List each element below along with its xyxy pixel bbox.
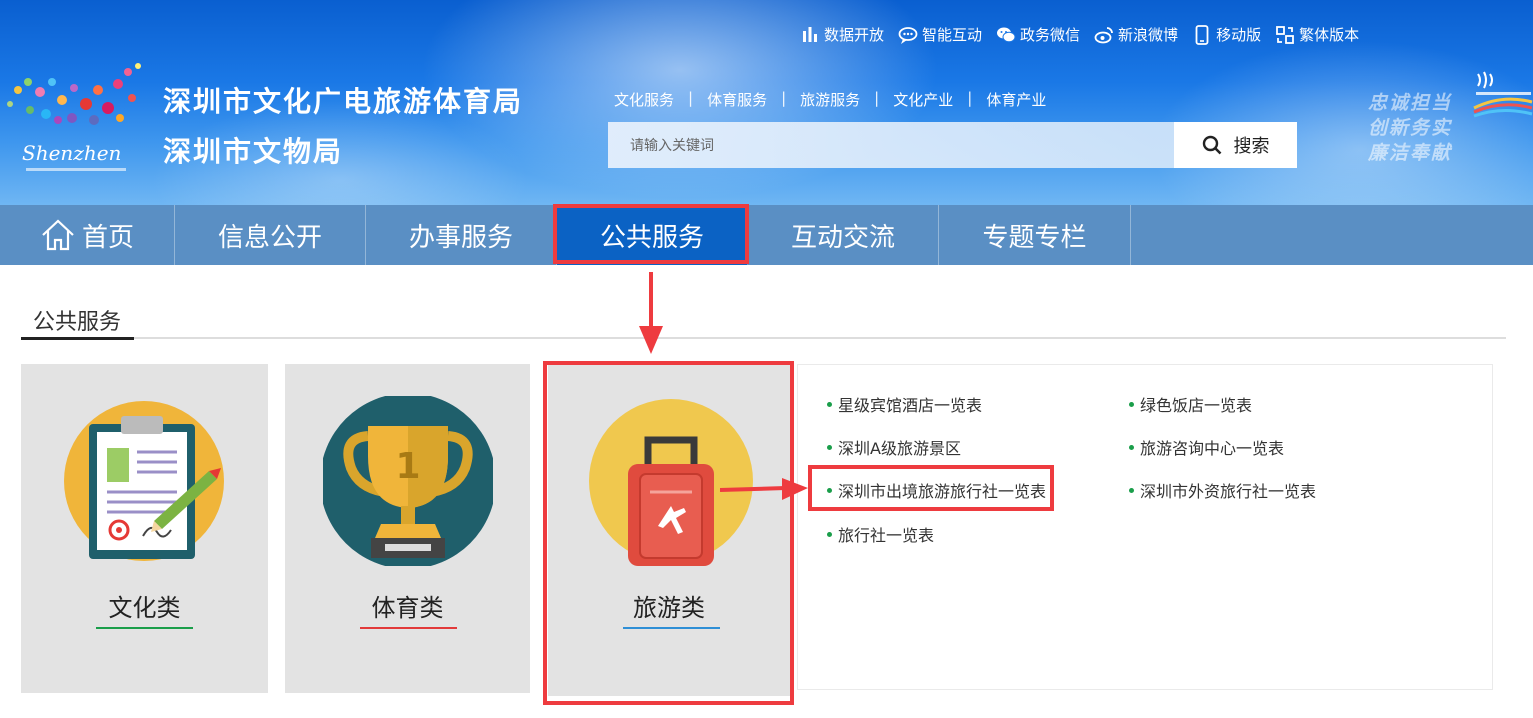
link-label: 旅游咨询中心一览表 xyxy=(1140,439,1285,458)
top-link-label: 政务微信 xyxy=(1020,26,1081,44)
nav-item-label: 信息公开 xyxy=(217,221,322,252)
bullet-icon xyxy=(827,487,832,493)
top-link-label: 移动版 xyxy=(1216,26,1262,44)
shenzhen-emblem-icon xyxy=(1473,71,1533,118)
search-button[interactable]: 搜索 xyxy=(1174,122,1297,168)
nav-item-label: 公共服务 xyxy=(599,221,704,252)
mobile-phone-icon xyxy=(1195,24,1209,45)
link-outbound-travel-agencies[interactable]: 深圳市出境旅游旅行社一览表 xyxy=(827,478,1046,502)
chat-bubble-icon xyxy=(898,26,918,44)
nav-item-label: 互动交流 xyxy=(790,221,895,252)
card-underline-culture xyxy=(96,627,193,629)
link-label: 深圳A级旅游景区 xyxy=(838,439,961,458)
quick-nav-separator: | xyxy=(967,89,973,107)
card-label-culture: 文化类 xyxy=(108,594,181,622)
motto-line2: 创新务实 xyxy=(1368,117,1453,139)
nav-item-home[interactable]: 首页 xyxy=(0,205,175,265)
quick-nav-separator: | xyxy=(688,89,694,107)
section-divider xyxy=(21,337,1506,339)
site-title-line2: 深圳市文物局 xyxy=(163,135,344,168)
top-link-data-open[interactable]: 数据开放 xyxy=(800,24,884,45)
section-title: 公共服务 xyxy=(33,310,122,335)
weibo-icon xyxy=(1094,26,1113,43)
trophy-icon: 1 xyxy=(323,396,493,566)
top-link-label: 智能互动 xyxy=(922,26,983,44)
section-title-underline xyxy=(21,337,134,340)
category-card-tourism[interactable]: 旅游类 xyxy=(548,364,790,696)
clipboard-icon xyxy=(64,401,224,561)
search-button-label: 搜索 xyxy=(1233,136,1270,156)
nav-item-services[interactable]: 办事服务 xyxy=(366,205,557,265)
card-underline-tourism xyxy=(623,627,720,629)
link-label: 深圳市出境旅游旅行社一览表 xyxy=(838,482,1047,501)
quick-nav-culture-industry[interactable]: 文化产业 xyxy=(893,89,953,110)
quick-nav-sports-industry[interactable]: 体育产业 xyxy=(986,89,1046,110)
bullet-icon xyxy=(1129,444,1134,450)
site-title-line1: 深圳市文化广电旅游体育局 xyxy=(163,85,524,118)
card-label-tourism: 旅游类 xyxy=(633,594,705,622)
top-link-label: 数据开放 xyxy=(824,26,885,44)
top-link-label: 新浪微博 xyxy=(1118,26,1179,44)
bar-chart-icon xyxy=(803,26,817,42)
traditional-chinese-icon xyxy=(1276,25,1294,44)
quick-nav-separator: | xyxy=(781,89,787,107)
svg-text:1: 1 xyxy=(395,446,420,487)
bullet-icon xyxy=(827,401,832,407)
bullet-icon xyxy=(1129,487,1134,493)
category-card-sports[interactable]: 1 体育类 xyxy=(285,364,530,693)
suitcase-icon xyxy=(589,399,753,566)
shenzhen-logo-icon[interactable]: Shenzhen xyxy=(0,60,150,185)
card-underline-sports xyxy=(360,627,457,629)
nav-item-interaction[interactable]: 互动交流 xyxy=(748,205,939,265)
link-star-hotels[interactable]: 星级宾馆酒店一览表 xyxy=(827,392,982,416)
top-link-weibo[interactable]: 新浪微博 xyxy=(1094,24,1178,45)
motto-line1: 忠诚担当 xyxy=(1368,92,1453,114)
top-link-mobile[interactable]: 移动版 xyxy=(1192,24,1261,45)
search-icon xyxy=(1202,135,1221,155)
quick-nav-tourism[interactable]: 旅游服务 xyxy=(800,89,860,110)
link-foreign-travel-agencies[interactable]: 深圳市外资旅行社一览表 xyxy=(1129,478,1316,502)
nav-item-special-topics[interactable]: 专题专栏 xyxy=(939,205,1131,265)
quick-nav-separator: | xyxy=(874,89,880,107)
home-icon xyxy=(42,219,74,251)
link-label: 绿色饭店一览表 xyxy=(1140,396,1253,415)
link-tourist-info-centers[interactable]: 旅游咨询中心一览表 xyxy=(1129,435,1284,459)
top-link-traditional[interactable]: 繁体版本 xyxy=(1275,24,1359,45)
down-arrow-icon xyxy=(639,272,663,354)
link-a-level-scenic-spots[interactable]: 深圳A级旅游景区 xyxy=(827,435,961,459)
link-label: 星级宾馆酒店一览表 xyxy=(838,396,983,415)
wechat-icon xyxy=(997,27,1016,42)
nav-item-info-disclosure[interactable]: 信息公开 xyxy=(175,205,366,265)
nav-item-label: 首页 xyxy=(81,221,134,252)
bullet-icon xyxy=(1129,401,1134,407)
nav-item-public-service[interactable]: 公共服务 xyxy=(557,205,748,265)
bullet-icon xyxy=(827,531,832,537)
quick-nav-culture[interactable]: 文化服务 xyxy=(614,89,674,110)
nav-item-label: 专题专栏 xyxy=(982,221,1087,252)
header-banner: Shenzhen 深圳市文化广电旅游体育局 深圳市文物局 数据开放 智能互动 政… xyxy=(0,0,1533,205)
bullet-icon xyxy=(827,444,832,450)
motto-line3: 廉洁奉献 xyxy=(1368,142,1453,164)
top-link-smart-interaction[interactable]: 智能互动 xyxy=(898,24,982,45)
top-utility-links: 数据开放 智能互动 政务微信 新浪微博 移动版 繁体版本 xyxy=(800,24,1359,45)
top-link-wechat[interactable]: 政务微信 xyxy=(996,24,1080,45)
link-label: 深圳市外资旅行社一览表 xyxy=(1140,482,1317,501)
search-input[interactable] xyxy=(608,122,1174,168)
link-label: 旅行社一览表 xyxy=(838,526,935,545)
quick-nav: 文化服务 | 体育服务 | 旅游服务 | 文化产业 | 体育产业 xyxy=(614,89,1046,110)
card-label-sports: 体育类 xyxy=(371,594,444,622)
category-card-culture[interactable]: 文化类 xyxy=(21,364,268,693)
quick-nav-sports[interactable]: 体育服务 xyxy=(707,89,767,110)
main-nav: 首页 信息公开 办事服务 公共服务 互动交流 专题专栏 xyxy=(0,205,1533,265)
link-green-restaurants[interactable]: 绿色饭店一览表 xyxy=(1129,392,1252,416)
link-travel-agencies[interactable]: 旅行社一览表 xyxy=(827,522,934,546)
nav-item-label: 办事服务 xyxy=(408,221,513,252)
top-link-label: 繁体版本 xyxy=(1299,26,1360,44)
svg-text:Shenzhen: Shenzhen xyxy=(22,141,121,165)
